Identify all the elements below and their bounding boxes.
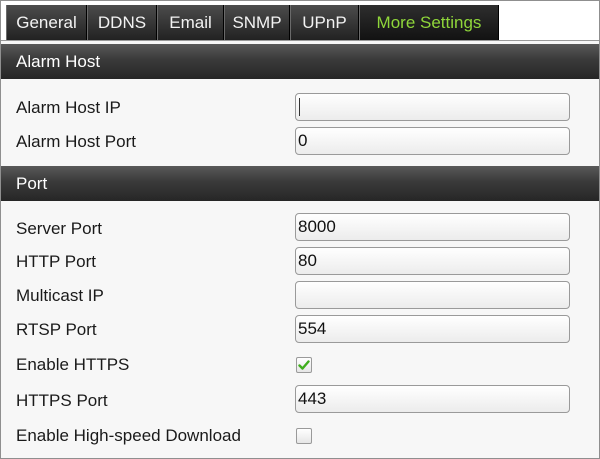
tab-ddns[interactable]: DDNS: [87, 5, 157, 40]
rtsp-port-field[interactable]: [295, 315, 570, 343]
server-port-label: Server Port: [16, 219, 102, 238]
tab-snmp[interactable]: SNMP: [224, 5, 290, 40]
tab-upnp[interactable]: UPnP: [290, 5, 359, 40]
alarm-host-ip-label: Alarm Host IP: [16, 98, 121, 117]
server-port-field[interactable]: [295, 213, 570, 241]
multicast-ip-label: Multicast IP: [16, 286, 104, 305]
tab-more-settings[interactable]: More Settings: [359, 5, 499, 40]
alarm-host-port-field[interactable]: [295, 127, 570, 155]
alarm-host-port-label: Alarm Host Port: [16, 132, 136, 151]
https-port-field[interactable]: [295, 385, 570, 413]
tab-bar: General DDNS Email SNMP UPnP More Settin…: [1, 1, 599, 41]
alarm-host-ip-field[interactable]: [295, 93, 570, 121]
text-caret: [299, 98, 300, 116]
checkmark-icon: [298, 360, 310, 370]
multicast-ip-field[interactable]: [295, 281, 570, 309]
https-port-label: HTTPS Port: [16, 391, 108, 410]
http-port-field[interactable]: [295, 247, 570, 275]
http-port-label: HTTP Port: [16, 252, 96, 271]
alarm-host-section-header: Alarm Host: [1, 44, 599, 79]
high-speed-download-label: Enable High-speed Download: [16, 426, 241, 445]
rtsp-port-label: RTSP Port: [16, 320, 97, 339]
tab-general[interactable]: General: [6, 5, 87, 40]
enable-https-checkbox[interactable]: [296, 357, 312, 373]
high-speed-download-checkbox[interactable]: [296, 428, 312, 444]
more-settings-panel: General DDNS Email SNMP UPnP More Settin…: [0, 0, 600, 459]
enable-https-label: Enable HTTPS: [16, 355, 130, 374]
tab-email[interactable]: Email: [157, 5, 224, 40]
port-section-header: Port: [1, 166, 599, 201]
